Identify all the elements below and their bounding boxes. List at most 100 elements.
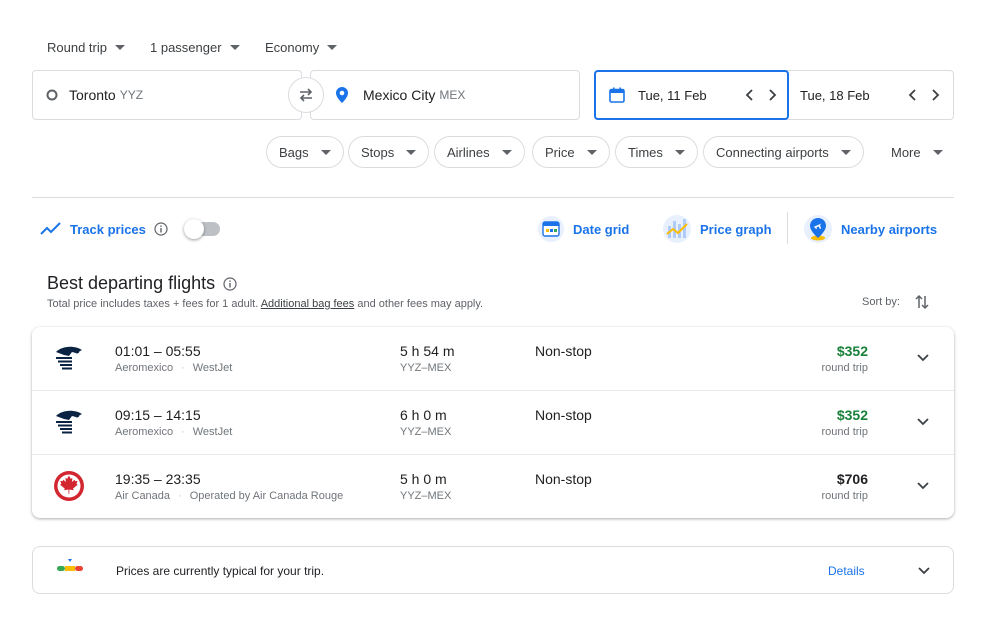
filter-stops[interactable]: Stops: [348, 136, 430, 168]
sort-control[interactable]: Sort by:: [862, 293, 930, 311]
expand-button[interactable]: [912, 411, 934, 433]
flight-airlines: Aeromexico · WestJet: [115, 426, 233, 438]
filter-airlines[interactable]: Airlines: [434, 136, 525, 168]
origin-code: YYZ: [119, 88, 144, 102]
track-prices-toggle[interactable]: [183, 219, 220, 239]
date-grid-label: Date grid: [573, 221, 630, 237]
toggle-knob: [183, 219, 204, 239]
filter-bags[interactable]: Bags: [266, 136, 344, 168]
price-insight-text: Prices are currently typical for your tr…: [116, 564, 325, 578]
flight-row[interactable]: 09:15 – 14:15 Aeromexico · WestJet 6 h 0 m…: [32, 391, 954, 455]
results-heading: Best departing flights: [47, 273, 216, 293]
sort-icon: [915, 294, 929, 310]
chevron-down-icon: [932, 149, 943, 155]
flight-price-note: round trip: [821, 426, 868, 438]
chevron-right-icon: [769, 89, 777, 101]
filter-label: Stops: [361, 144, 395, 160]
flight-times: 19:35 – 23:35: [115, 471, 201, 487]
flight-airlines: Aeromexico · WestJet: [115, 362, 233, 374]
subtext-after: and other fees may apply.: [357, 298, 484, 310]
flight-results-list: 01:01 – 05:55 Aeromexico · WestJet 5 h 54 …: [32, 327, 954, 518]
swap-icon: [299, 88, 313, 102]
circle-origin-icon: [46, 89, 58, 101]
filter-label: Times: [628, 144, 663, 160]
depart-date-label: Tue, 11 Feb: [638, 87, 707, 103]
bag-fees-link[interactable]: Additional bag fees: [261, 298, 355, 310]
next-date-button[interactable]: [761, 84, 783, 106]
chevron-down-icon: [327, 45, 338, 50]
results-subtext: Total price includes taxes + fees for 1 …: [47, 298, 483, 310]
date-grid-button[interactable]: Date grid: [537, 212, 629, 246]
chevron-down-icon: [917, 354, 929, 362]
expand-button[interactable]: [912, 475, 934, 497]
flight-airlines: Air Canada · Operated by Air Canada Rouge: [115, 490, 344, 502]
origin-field[interactable]: Toronto YYZ: [32, 70, 302, 120]
filter-times[interactable]: Times: [615, 136, 698, 168]
filter-label: Price: [545, 144, 575, 160]
expand-button[interactable]: [912, 347, 934, 369]
price-graph-label: Price graph: [700, 221, 772, 237]
chevron-down-icon: [406, 149, 417, 155]
price-graph-icon: [663, 215, 691, 243]
chevron-down-icon: [501, 149, 512, 155]
return-date-label: Tue, 18 Feb: [800, 87, 870, 103]
trend-icon: [40, 222, 61, 235]
location-pin-icon: [336, 87, 348, 103]
flight-times: 09:15 – 14:15: [115, 407, 201, 423]
passenger-select[interactable]: 1 passenger: [150, 40, 240, 55]
chevron-down-icon: [586, 149, 597, 155]
flight-price-note: round trip: [821, 490, 868, 502]
flight-stops: Non-stop: [535, 407, 592, 423]
nearby-airports-button[interactable]: Nearby airports: [803, 212, 937, 246]
filter-connecting-airports[interactable]: Connecting airports: [703, 136, 864, 168]
trip-type-select[interactable]: Round trip: [47, 40, 125, 55]
price-level-icon: [57, 559, 83, 571]
nearby-airports-icon: [804, 215, 832, 243]
flight-duration: 5 h 54 m: [400, 343, 455, 359]
sort-label: Sort by:: [862, 296, 900, 308]
flight-price: $706: [836, 471, 868, 487]
cabin-select[interactable]: Economy: [265, 40, 338, 55]
cabin-label: Economy: [265, 40, 320, 55]
filter-more[interactable]: More: [878, 136, 956, 168]
info-icon[interactable]: [154, 222, 168, 236]
flight-route: YYZ–MEX: [400, 362, 452, 374]
chevron-down-icon: [114, 45, 125, 50]
flight-price: $352: [836, 343, 868, 359]
expand-button[interactable]: [913, 560, 935, 582]
destination-field[interactable]: Mexico City MEX: [310, 70, 580, 120]
tools-divider: [787, 212, 788, 244]
chevron-right-icon: [932, 89, 940, 101]
next-return-date-button[interactable]: [924, 84, 946, 106]
divider: [32, 197, 954, 198]
info-icon[interactable]: [223, 276, 237, 291]
filter-price[interactable]: Price: [532, 136, 610, 168]
details-link[interactable]: Details: [828, 564, 865, 578]
chevron-down-icon: [320, 149, 331, 155]
swap-button[interactable]: [288, 77, 324, 113]
flight-row[interactable]: 19:35 – 23:35 Air Canada · Operated by Air…: [32, 455, 954, 518]
prev-return-date-button[interactable]: [902, 84, 924, 106]
chevron-down-icon: [674, 149, 685, 155]
flight-row[interactable]: 01:01 – 05:55 Aeromexico · WestJet 5 h 54 …: [32, 327, 954, 391]
aeromexico-logo: [56, 410, 82, 434]
track-prices-label: Track prices: [70, 221, 146, 237]
filter-label: Connecting airports: [716, 144, 829, 160]
prev-date-button[interactable]: [739, 84, 761, 106]
price-graph-button[interactable]: Price graph: [662, 212, 772, 246]
flight-route: YYZ–MEX: [400, 426, 452, 438]
return-date-group[interactable]: Tue, 18 Feb: [800, 70, 946, 120]
flight-price: $352: [836, 407, 868, 423]
flight-price-note: round trip: [821, 362, 868, 374]
chevron-left-icon: [745, 89, 753, 101]
chevron-down-icon: [917, 418, 929, 426]
aeromexico-logo: [56, 346, 82, 370]
filter-label: Airlines: [447, 144, 490, 160]
air-canada-logo: [54, 471, 84, 501]
flight-duration: 5 h 0 m: [400, 471, 447, 487]
chevron-down-icon: [840, 149, 851, 155]
passenger-label: 1 passenger: [150, 40, 222, 55]
chevron-left-icon: [908, 89, 916, 101]
price-insight-card[interactable]: Prices are currently typical for your tr…: [32, 546, 954, 594]
destination-code: MEX: [439, 88, 466, 102]
